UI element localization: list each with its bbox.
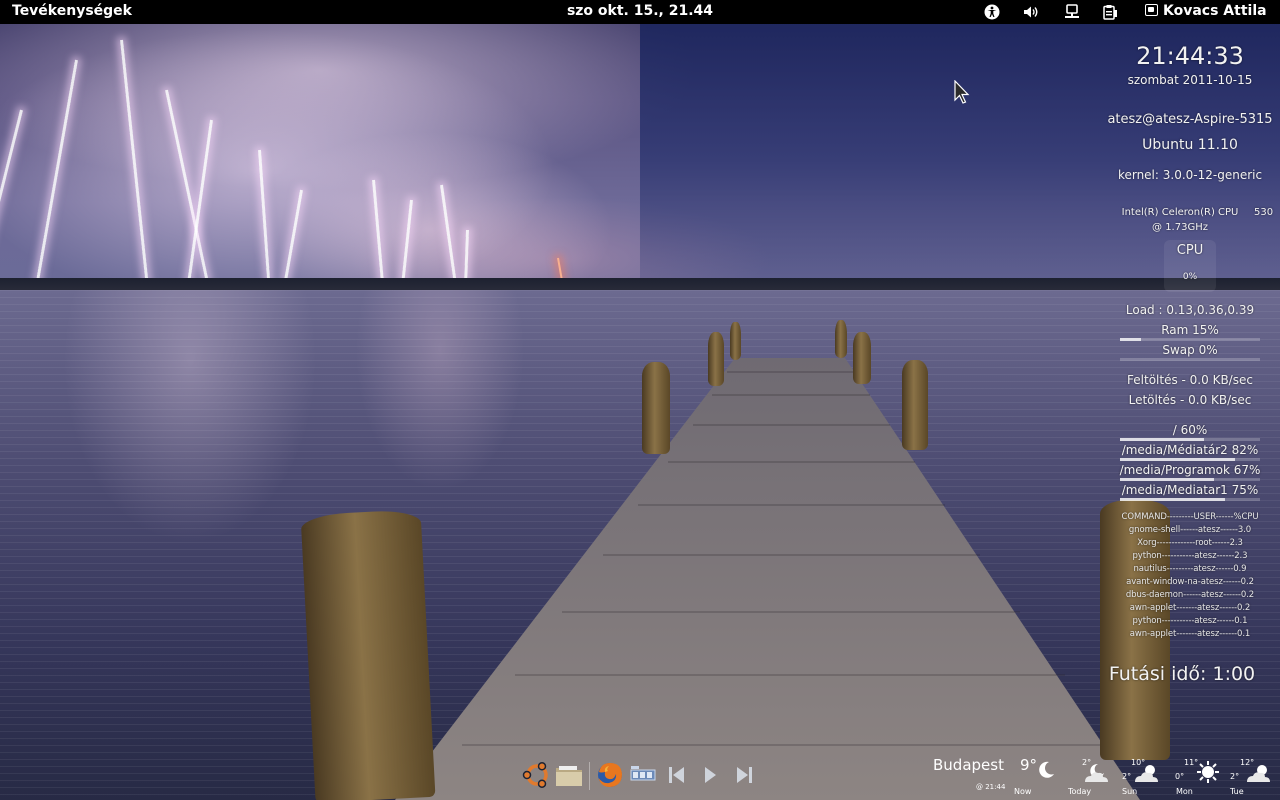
sun-icon [1197, 761, 1219, 783]
forecast-tue-label: Tue [1230, 787, 1244, 796]
conky-cpu-label: CPU [1176, 243, 1204, 258]
file-manager-icon[interactable] [554, 760, 584, 790]
filesystem-usage-label: /media/Médiatár2 82% [1121, 443, 1259, 457]
filesystem-usage-label: / 60% [1172, 423, 1208, 437]
pier-post [902, 360, 928, 450]
filesystem-usage-bar-fill [1120, 438, 1204, 441]
swap-bar [1120, 358, 1260, 361]
workspace-switcher-icon[interactable] [628, 760, 658, 790]
conky-user-host: atesz@atesz-Aspire-5315 [1107, 112, 1273, 127]
pier-post [300, 509, 436, 800]
process-row: awn-applet-------atesz------0.1 [1129, 629, 1251, 639]
weather-widget[interactable]: Budapest @ 21:44 9° Now 2° Today 10° 2° … [926, 752, 1280, 800]
conky-time: 21:44:33 [1136, 42, 1244, 70]
ram-bar-fill [1120, 338, 1141, 341]
network-icon[interactable] [1064, 4, 1080, 20]
play-icon[interactable] [695, 760, 725, 790]
filesystem-usage-bar-fill [1120, 498, 1225, 501]
forecast-mon-label: Mon [1176, 787, 1193, 796]
partly-cloudy-icon [1247, 765, 1270, 782]
conky-download: Letöltés - 0.0 KB/sec [1128, 393, 1252, 407]
conky-cpu-model-number: 530 [1254, 207, 1274, 218]
conky-upload: Feltöltés - 0.0 KB/sec [1127, 373, 1253, 387]
dock-separator [589, 762, 590, 790]
filesystem-usage-bar [1120, 458, 1260, 461]
process-row: gnome-shell------atesz------3.0 [1128, 525, 1252, 535]
partly-cloudy-icon [1135, 765, 1158, 782]
forecast-sun-label: Sun [1122, 787, 1138, 796]
process-row: awn-applet-------atesz------0.2 [1129, 603, 1251, 613]
previous-track-icon[interactable] [662, 760, 692, 790]
conky-os: Ubuntu 11.10 [1142, 137, 1238, 153]
user-menu[interactable]: Kovacs Attila [1145, 3, 1267, 19]
ubuntu-logo-icon[interactable] [522, 760, 552, 790]
forecast-mon-low: 0° [1175, 772, 1185, 781]
pier-post [708, 332, 724, 386]
filesystem-usage-bar [1120, 478, 1260, 481]
mouse-cursor-icon [954, 80, 970, 104]
filesystem-usage-bar [1120, 438, 1260, 441]
filesystem-usage-bar-fill [1120, 478, 1214, 481]
weather-current-temp: 9° [1020, 756, 1038, 774]
process-row: python-----------atesz------0.1 [1132, 616, 1248, 626]
weather-now-label: Now [1014, 787, 1032, 796]
conky-load: Load : 0.13,0.36,0.39 [1125, 303, 1255, 317]
ram-bar [1120, 338, 1260, 341]
accessibility-icon[interactable] [984, 4, 1000, 20]
pier-post [835, 320, 847, 358]
pier-post [853, 332, 871, 384]
conky-swap: Swap 0% [1162, 343, 1218, 357]
weather-city: Budapest [933, 756, 1004, 774]
pier-post [730, 322, 741, 360]
filesystem-usage-bar-fill [1120, 458, 1235, 461]
user-name: Kovacs Attila [1163, 3, 1267, 19]
top-panel: Tevékenységek szo okt. 15., 21.44 Kovacs… [0, 0, 1280, 24]
user-status-icon [1145, 4, 1158, 16]
filesystem-usage-label: /media/Programok 67% [1119, 463, 1261, 477]
activities-button[interactable]: Tevékenységek [12, 3, 132, 19]
filesystem-usage-label: /media/Mediatar1 75% [1121, 483, 1259, 497]
forecast-tue-low: 2° [1230, 772, 1240, 781]
forecast-sun-low: 2° [1122, 772, 1132, 781]
pier-post [642, 362, 670, 454]
moon-icon [1039, 761, 1054, 778]
desktop-wallpaper [0, 0, 1280, 800]
process-row: python-----------atesz------2.3 [1132, 551, 1248, 561]
process-row: nautilus---------atesz------0.9 [1133, 564, 1247, 574]
process-list-header: COMMAND---------USER------%CPU [1121, 512, 1259, 522]
conky-kernel: kernel: 3.0.0-12-generic [1117, 168, 1263, 182]
panel-clock[interactable]: szo okt. 15., 21.44 [567, 3, 713, 19]
wooden-pier [395, 358, 1140, 800]
conky-cpu-frequency: @ 1.73GHz [1152, 222, 1208, 233]
moon-cloud-icon [1085, 763, 1108, 782]
next-track-icon[interactable] [729, 760, 759, 790]
filesystem-usage-bar [1120, 498, 1260, 501]
process-row: Xorg-------------root------2.3 [1137, 538, 1243, 548]
process-row: dbus-daemon------atesz------0.2 [1125, 590, 1255, 600]
conky-uptime: Futási idő: 1:00 [1108, 663, 1256, 685]
conky-cpu-percent: 0% [1182, 272, 1198, 282]
conky-date: szombat 2011-10-15 [1127, 73, 1253, 87]
weather-updated-time: @ 21:44 [976, 783, 1006, 791]
conky-ram: Ram 15% [1161, 323, 1219, 337]
conky-cpu-model: Intel(R) Celeron(R) CPU [1121, 207, 1239, 218]
forecast-today-label: Today [1068, 787, 1092, 796]
firefox-icon[interactable] [595, 760, 625, 790]
process-row: avant-window-na-atesz------0.2 [1126, 577, 1254, 587]
volume-icon[interactable] [1023, 4, 1039, 20]
clipboard-icon[interactable] [1102, 4, 1118, 20]
